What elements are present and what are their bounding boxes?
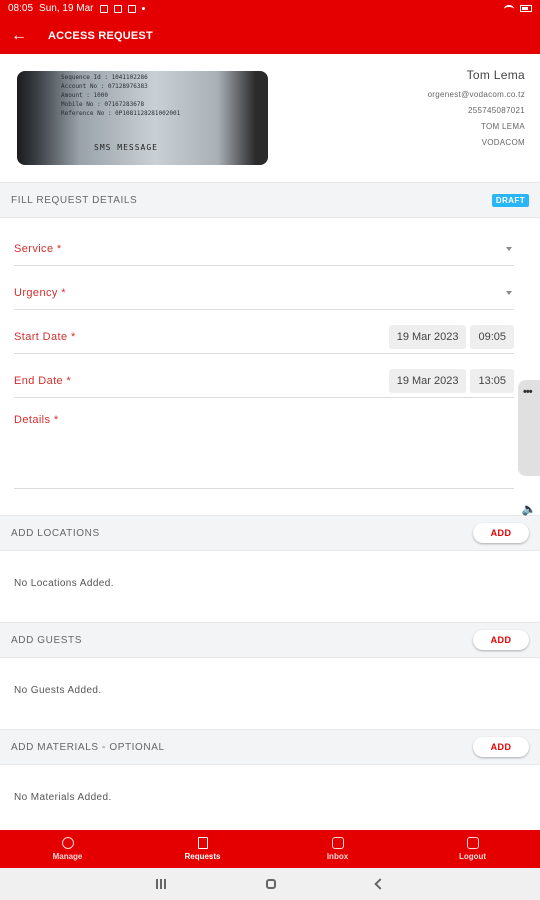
sms-screenshot-image[interactable]: Sequence Id : 1041102286 Account No : 07… bbox=[17, 71, 268, 165]
speaker-icon[interactable]: 🔈 bbox=[520, 500, 538, 518]
add-material-button[interactable]: ADD bbox=[473, 737, 529, 757]
materials-empty-text: No Materials Added. bbox=[14, 792, 112, 803]
locations-header: ADD LOCATIONS ADD bbox=[0, 515, 540, 551]
details-label: Details * bbox=[14, 414, 59, 426]
inbox-icon bbox=[331, 837, 344, 849]
user-name: Tom Lema bbox=[466, 68, 525, 82]
start-time-picker[interactable]: 09:05 bbox=[470, 324, 514, 349]
materials-header: ADD MATERIALS - OPTIONAL ADD bbox=[0, 729, 540, 765]
document-icon bbox=[197, 837, 208, 849]
start-date-picker[interactable]: 19 Mar 2023 bbox=[388, 324, 467, 349]
side-panel-handle[interactable]: ••• bbox=[518, 380, 540, 476]
system-back-icon[interactable] bbox=[374, 878, 386, 890]
sms-image-caption: SMS MESSAGE bbox=[94, 143, 158, 152]
profile-header: Sequence Id : 1041102286 Account No : 07… bbox=[0, 54, 540, 182]
back-arrow-icon[interactable]: ← bbox=[0, 17, 38, 54]
urgency-select[interactable]: Urgency * bbox=[14, 276, 514, 310]
page-title: ACCESS REQUEST bbox=[48, 29, 153, 42]
app-bar: ← ACCESS REQUEST bbox=[0, 17, 540, 54]
user-phone: 255745087021 bbox=[468, 106, 525, 115]
locations-empty-text: No Locations Added. bbox=[14, 578, 114, 589]
notification-icon bbox=[99, 4, 108, 13]
chevron-down-icon bbox=[506, 246, 512, 251]
start-date-label: Start Date * bbox=[14, 330, 76, 343]
wifi-icon bbox=[504, 4, 514, 13]
end-date-picker[interactable]: 19 Mar 2023 bbox=[388, 368, 467, 393]
logout-icon bbox=[466, 837, 479, 849]
service-select[interactable]: Service * bbox=[14, 232, 514, 266]
more-icon: ••• bbox=[523, 386, 533, 398]
nav-requests[interactable]: Requests bbox=[135, 830, 270, 868]
gear-icon bbox=[61, 837, 74, 849]
user-company: VODACOM bbox=[481, 138, 525, 147]
request-details-header: FILL REQUEST DETAILS DRAFT bbox=[0, 182, 540, 218]
sms-image-lines: Sequence Id : 1041102286 Account No : 07… bbox=[61, 74, 181, 117]
status-bar: 08:05 Sun, 19 Mar bbox=[0, 0, 540, 17]
add-location-button[interactable]: ADD bbox=[473, 523, 529, 543]
user-info: Tom Lema orgenest@vodacom.co.tz 25574508… bbox=[428, 68, 525, 151]
guests-empty-text: No Guests Added. bbox=[14, 685, 102, 696]
urgency-label: Urgency * bbox=[14, 286, 66, 299]
home-icon[interactable] bbox=[266, 879, 276, 889]
notification-icon bbox=[127, 4, 136, 13]
status-date: Sun, 19 Mar bbox=[39, 3, 94, 14]
details-textarea[interactable]: Details * bbox=[14, 414, 514, 489]
guests-header: ADD GUESTS ADD bbox=[0, 622, 540, 658]
system-nav-bar bbox=[0, 868, 540, 900]
end-date-field: End Date * 19 Mar 2023 13:05 bbox=[14, 364, 514, 398]
end-time-picker[interactable]: 13:05 bbox=[470, 368, 514, 393]
add-guest-button[interactable]: ADD bbox=[473, 630, 529, 650]
user-email: orgenest@vodacom.co.tz bbox=[427, 90, 525, 99]
recents-icon[interactable] bbox=[156, 879, 166, 889]
notification-icon bbox=[113, 4, 122, 13]
end-date-label: End Date * bbox=[14, 374, 72, 387]
status-badge: DRAFT bbox=[491, 193, 529, 207]
chevron-down-icon bbox=[506, 290, 512, 295]
start-date-field: Start Date * 19 Mar 2023 09:05 bbox=[14, 320, 514, 354]
service-label: Service * bbox=[14, 242, 62, 255]
battery-icon bbox=[520, 5, 532, 12]
bottom-nav: Manage Requests Inbox Logout bbox=[0, 830, 540, 868]
user-display-name: TOM LEMA bbox=[480, 122, 525, 131]
more-notifications-icon bbox=[141, 7, 145, 10]
nav-manage[interactable]: Manage bbox=[0, 830, 135, 868]
nav-inbox[interactable]: Inbox bbox=[270, 830, 405, 868]
nav-logout[interactable]: Logout bbox=[405, 830, 540, 868]
status-time: 08:05 bbox=[8, 3, 34, 14]
